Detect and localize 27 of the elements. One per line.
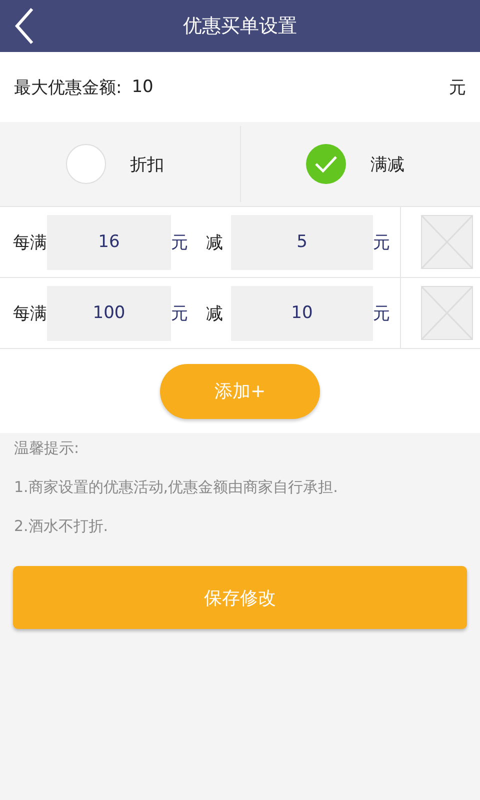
- unit-label: 元: [373, 302, 390, 324]
- threshold-field[interactable]: 100: [47, 286, 171, 340]
- tip-text: 2.酒水不打折.: [14, 517, 110, 536]
- unit-label: 元: [171, 232, 188, 254]
- threshold-field[interactable]: 16: [47, 214, 171, 270]
- delete-button[interactable]: [421, 215, 473, 269]
- radio-button[interactable]: [66, 144, 106, 184]
- back-icon: [14, 7, 34, 45]
- amount-field[interactable]: 5: [231, 214, 373, 270]
- unit-label: 元: [373, 232, 390, 254]
- page-title: 优惠买单设置: [183, 14, 297, 39]
- radio-button[interactable]: [306, 144, 346, 184]
- amount-field[interactable]: 10: [231, 286, 373, 340]
- max-discount-label: 最大优惠金额:: [14, 76, 122, 98]
- tips-title: 温馨提示:: [14, 439, 80, 458]
- minus-label: 减: [206, 302, 223, 324]
- rule-prefix: 每满: [13, 232, 47, 254]
- rule-prefix: 每满: [13, 302, 47, 324]
- mode-label: 折扣: [130, 154, 165, 176]
- mode-label: 满减: [370, 154, 406, 176]
- delete-button[interactable]: [421, 286, 473, 340]
- minus-label: 减: [206, 232, 223, 254]
- unit-label: 元: [449, 76, 466, 98]
- check-icon: [314, 155, 338, 173]
- max-discount-value: 10: [132, 77, 154, 97]
- unit-label: 元: [171, 302, 188, 324]
- tip-text: 1.商家设置的优惠活动,优惠金额由商家自行承担.: [14, 478, 339, 497]
